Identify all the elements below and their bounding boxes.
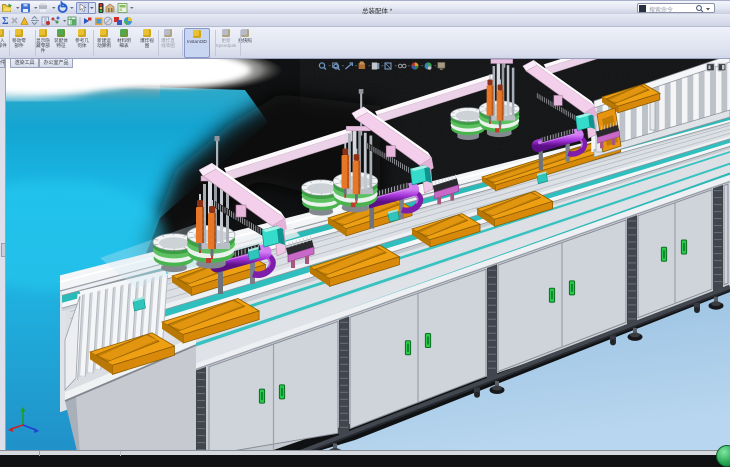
svg-text:Σ: Σ — [2, 16, 9, 27]
